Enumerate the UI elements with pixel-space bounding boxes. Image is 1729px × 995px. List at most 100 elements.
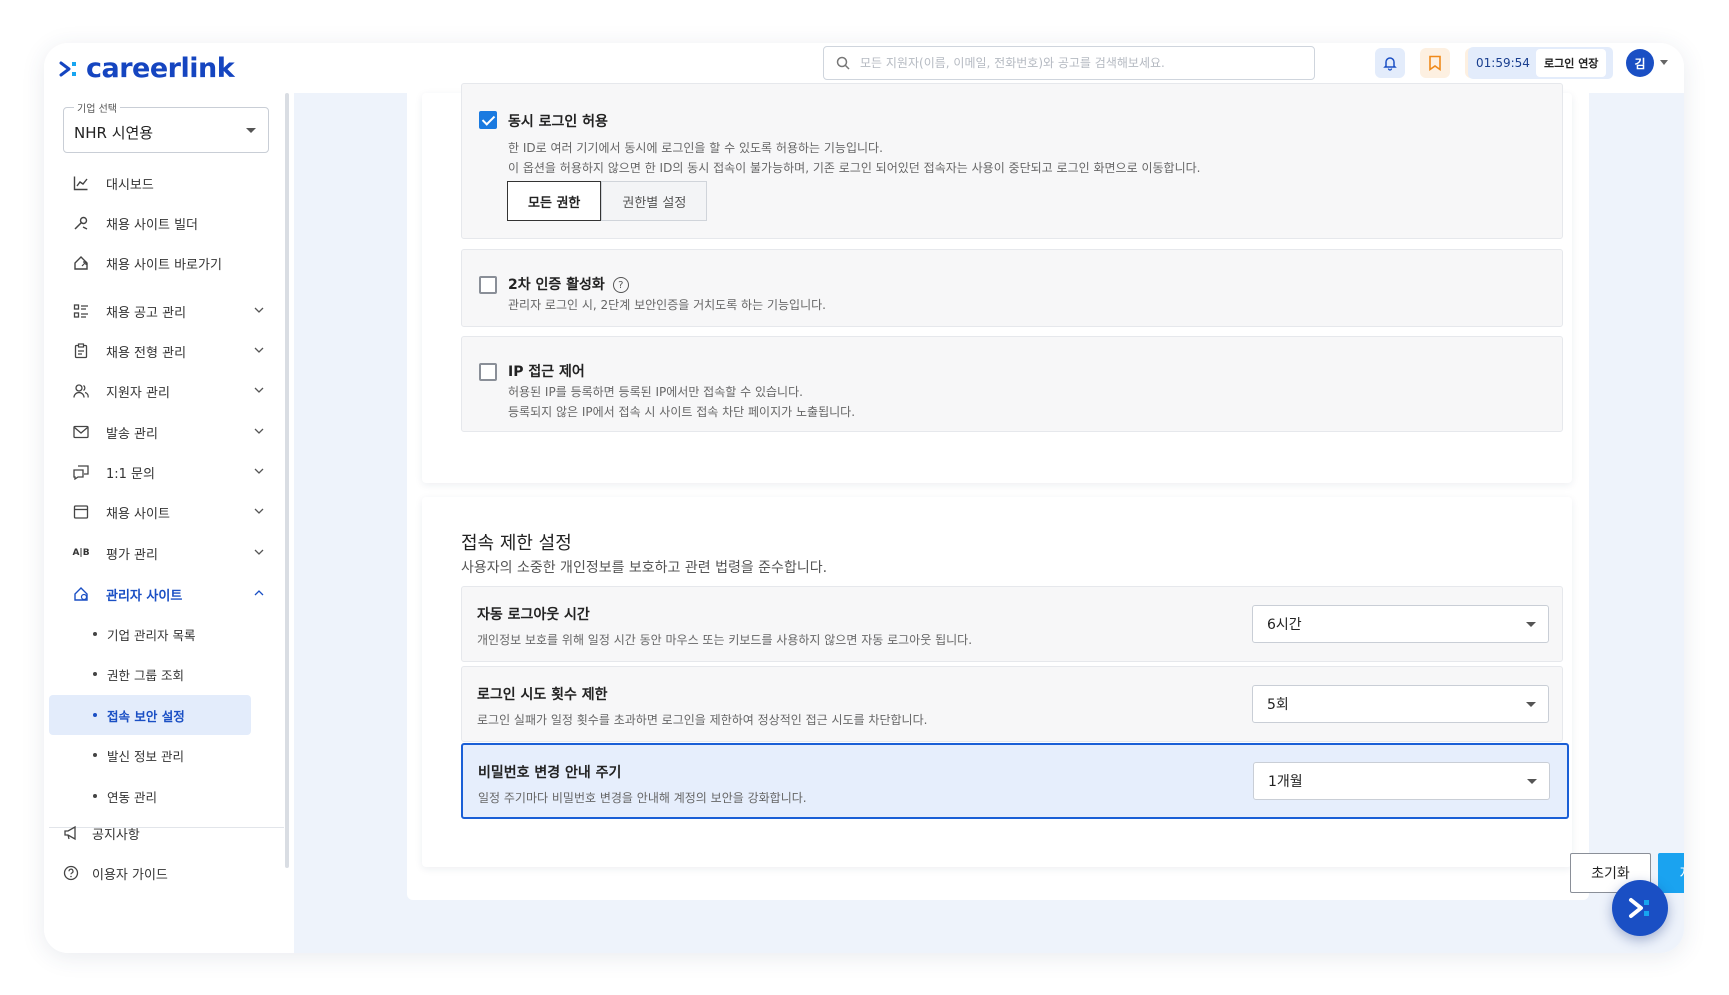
auto-logout-title: 자동 로그아웃 시간 [477,607,590,623]
sidebar-subitem-label: 권한 그룹 조회 [107,667,184,683]
chevron-down-icon [1526,622,1536,627]
bullet-icon [93,794,97,798]
sidebar-subitem-integrations[interactable]: 연동 관리 [49,776,251,816]
sidebar-item-label: 채용 사이트 빌더 [106,217,198,233]
search-input[interactable] [860,56,1300,70]
sidebar-item-label: 평가 관리 [106,547,158,563]
logo-text: careerlink [86,53,235,84]
concurrent-login-title: 동시 로그인 허용 [508,114,608,130]
sidebar-item-job-posts[interactable]: 채용 공고 관리 [44,291,284,331]
chevron-down-icon [254,428,264,434]
sidebar-item-label: 채용 사이트 [106,506,170,522]
sidebar-item-label: 공지사항 [92,827,140,843]
section-title: 접속 제한 설정 [461,533,572,554]
settings-panel: 동시 로그인 허용 한 ID로 여러 기기에서 동시에 로그인을 할 수 있도록… [407,83,1684,900]
users-icon [72,382,90,400]
sidebar-item-admin-site[interactable]: 관리자 사이트 [44,574,284,614]
all-permissions-button[interactable]: 모든 권한 [507,181,602,221]
sidebar-item-hiring-process[interactable]: 채용 전형 관리 [44,331,284,371]
sidebar-item-label: 채용 공고 관리 [106,305,187,321]
sidebar-item-label: 발송 관리 [106,426,158,442]
sidebar-subitem-sender-info[interactable]: 발신 정보 관리 [49,735,251,775]
two-factor-checkbox[interactable] [479,276,497,294]
careerlink-assistant-icon [1629,898,1649,918]
sidebar-subitem-label: 기업 관리자 목록 [107,627,196,643]
chevron-down-icon [254,347,264,353]
sidebar-item-applicants[interactable]: 지원자 관리 [44,371,284,411]
concurrent-login-checkbox[interactable] [479,111,497,129]
sidebar-item-site-builder[interactable]: 채용 사이트 빌더 [44,203,284,243]
sidebar-item-label: 지원자 관리 [106,385,170,401]
sidebar-item-user-guide[interactable]: 이용자 가이드 [44,853,284,893]
company-select-label: 기업 선택 [74,100,120,115]
search-icon [836,56,850,70]
megaphone-icon [62,824,80,842]
password-change-title: 비밀번호 변경 안내 주기 [478,765,622,781]
bookmark-button[interactable] [1420,48,1450,78]
auto-logout-desc: 개인정보 보호를 위해 일정 시간 동안 마우스 또는 키보드를 사용하지 않으… [477,633,973,647]
help-icon [62,864,80,882]
chevron-down-icon [254,549,264,555]
auto-logout-select[interactable]: 6시간 [1252,605,1549,643]
sidebar-item-label: 대시보드 [106,177,154,193]
bell-icon [1383,57,1397,71]
sidebar-item-label: 1:1 문의 [106,466,155,482]
sidebar-subitem-label: 접속 보안 설정 [107,708,185,724]
ip-control-desc-1: 허용된 IP를 등록하면 등록된 IP에서만 접속할 수 있습니다. [508,385,803,399]
permission-scope-toggle: 모든 권한 권한별 설정 [507,181,708,221]
ip-control-title: IP 접근 제어 [508,364,585,380]
chat-icon [72,463,90,481]
sidebar-item-site-shortcut[interactable]: 채용 사이트 바로가기 [44,243,284,283]
concurrent-login-desc-1: 한 ID로 여러 기기에서 동시에 로그인을 할 수 있도록 허용하는 기능입니… [508,141,883,155]
per-role-button[interactable]: 권한별 설정 [601,181,708,221]
concurrent-login-desc-2: 이 옵션을 허용하지 않으면 한 ID의 동시 접속이 불가능하며, 기존 로그… [508,161,1201,175]
avatar[interactable]: 김 [1626,49,1654,77]
sidebar-item-career-site[interactable]: 채용 사이트 [44,492,284,532]
password-change-select[interactable]: 1개월 [1253,762,1550,800]
sidebar-item-inquiry[interactable]: 1:1 문의 [44,452,284,492]
save-button[interactable]: 저장 [1658,853,1684,893]
sidebar-subitem-permission-groups[interactable]: 권한 그룹 조회 [49,654,251,694]
sidebar-item-notices[interactable]: 공지사항 [44,813,284,853]
access-limit-card: 접속 제한 설정 사용자의 소중한 개인정보를 보호하고 관련 법령을 준수합니… [422,497,1572,867]
chevron-up-icon [254,590,264,596]
tools-icon [72,214,90,232]
company-select-value: NHR 시연용 [74,124,154,142]
sidebar-subitem-label: 발신 정보 관리 [107,748,184,764]
sidebar-item-evaluation[interactable]: A|B 평가 관리 [44,533,284,573]
company-select[interactable]: 기업 선택 NHR 시연용 [63,100,269,153]
login-attempts-desc: 로그인 실패가 일정 횟수를 초과하면 로그인을 제한하여 정상적인 접근 시도… [477,713,928,727]
sidebar-scrollbar[interactable] [285,93,289,868]
ip-control-desc-2: 등록되지 않은 IP에서 접속 시 사이트 접속 차단 페이지가 노출됩니다. [508,405,856,419]
sidebar-subitem-admin-list[interactable]: 기업 관리자 목록 [49,614,251,654]
chevron-down-icon [254,307,264,313]
two-factor-option: 2차 인증 활성화? 관리자 로그인 시, 2단계 보안인증을 거치도록 하는 … [461,249,1563,327]
ab-icon: A|B [72,548,90,558]
sidebar-item-label: 관리자 사이트 [106,588,183,604]
notification-button[interactable] [1375,48,1405,78]
session-timer: 01:59:54 로그인 연장 [1468,47,1613,79]
ip-control-checkbox[interactable] [479,363,497,381]
sidebar-subitem-access-security[interactable]: 접속 보안 설정 [49,695,251,735]
sidebar-item-dashboard[interactable]: 대시보드 [44,163,284,203]
login-attempts-select[interactable]: 5회 [1252,685,1549,723]
password-change-row: 비밀번호 변경 안내 주기 일정 주기마다 비밀번호 변경을 안내해 계정의 보… [461,743,1569,819]
chevron-down-icon [246,128,256,133]
home-link-icon [72,254,90,272]
global-search[interactable] [823,46,1315,80]
app-window: careerlink 01:59:54 로그인 연장 김 기업 선택 NHR 시… [44,43,1684,953]
section-desc: 사용자의 소중한 개인정보를 보호하고 관련 법령을 준수합니다. [461,560,828,576]
mail-icon [72,423,90,441]
chevron-down-icon [254,468,264,474]
extend-login-button[interactable]: 로그인 연장 [1536,49,1607,77]
sidebar-item-messaging[interactable]: 발송 관리 [44,412,284,452]
chevron-down-icon [1527,779,1537,784]
admin-home-icon [72,585,90,603]
bullet-icon [93,672,97,676]
login-attempts-value: 5회 [1267,697,1289,713]
sidebar: 기업 선택 NHR 시연용 대시보드 채용 사이트 빌더 채용 사이트 바로가기… [44,93,294,953]
chat-assistant-button[interactable] [1612,880,1668,936]
careerlink-logo[interactable]: careerlink [58,53,235,84]
chevron-down-icon[interactable] [1660,60,1668,65]
help-circle-icon[interactable]: ? [612,277,629,293]
